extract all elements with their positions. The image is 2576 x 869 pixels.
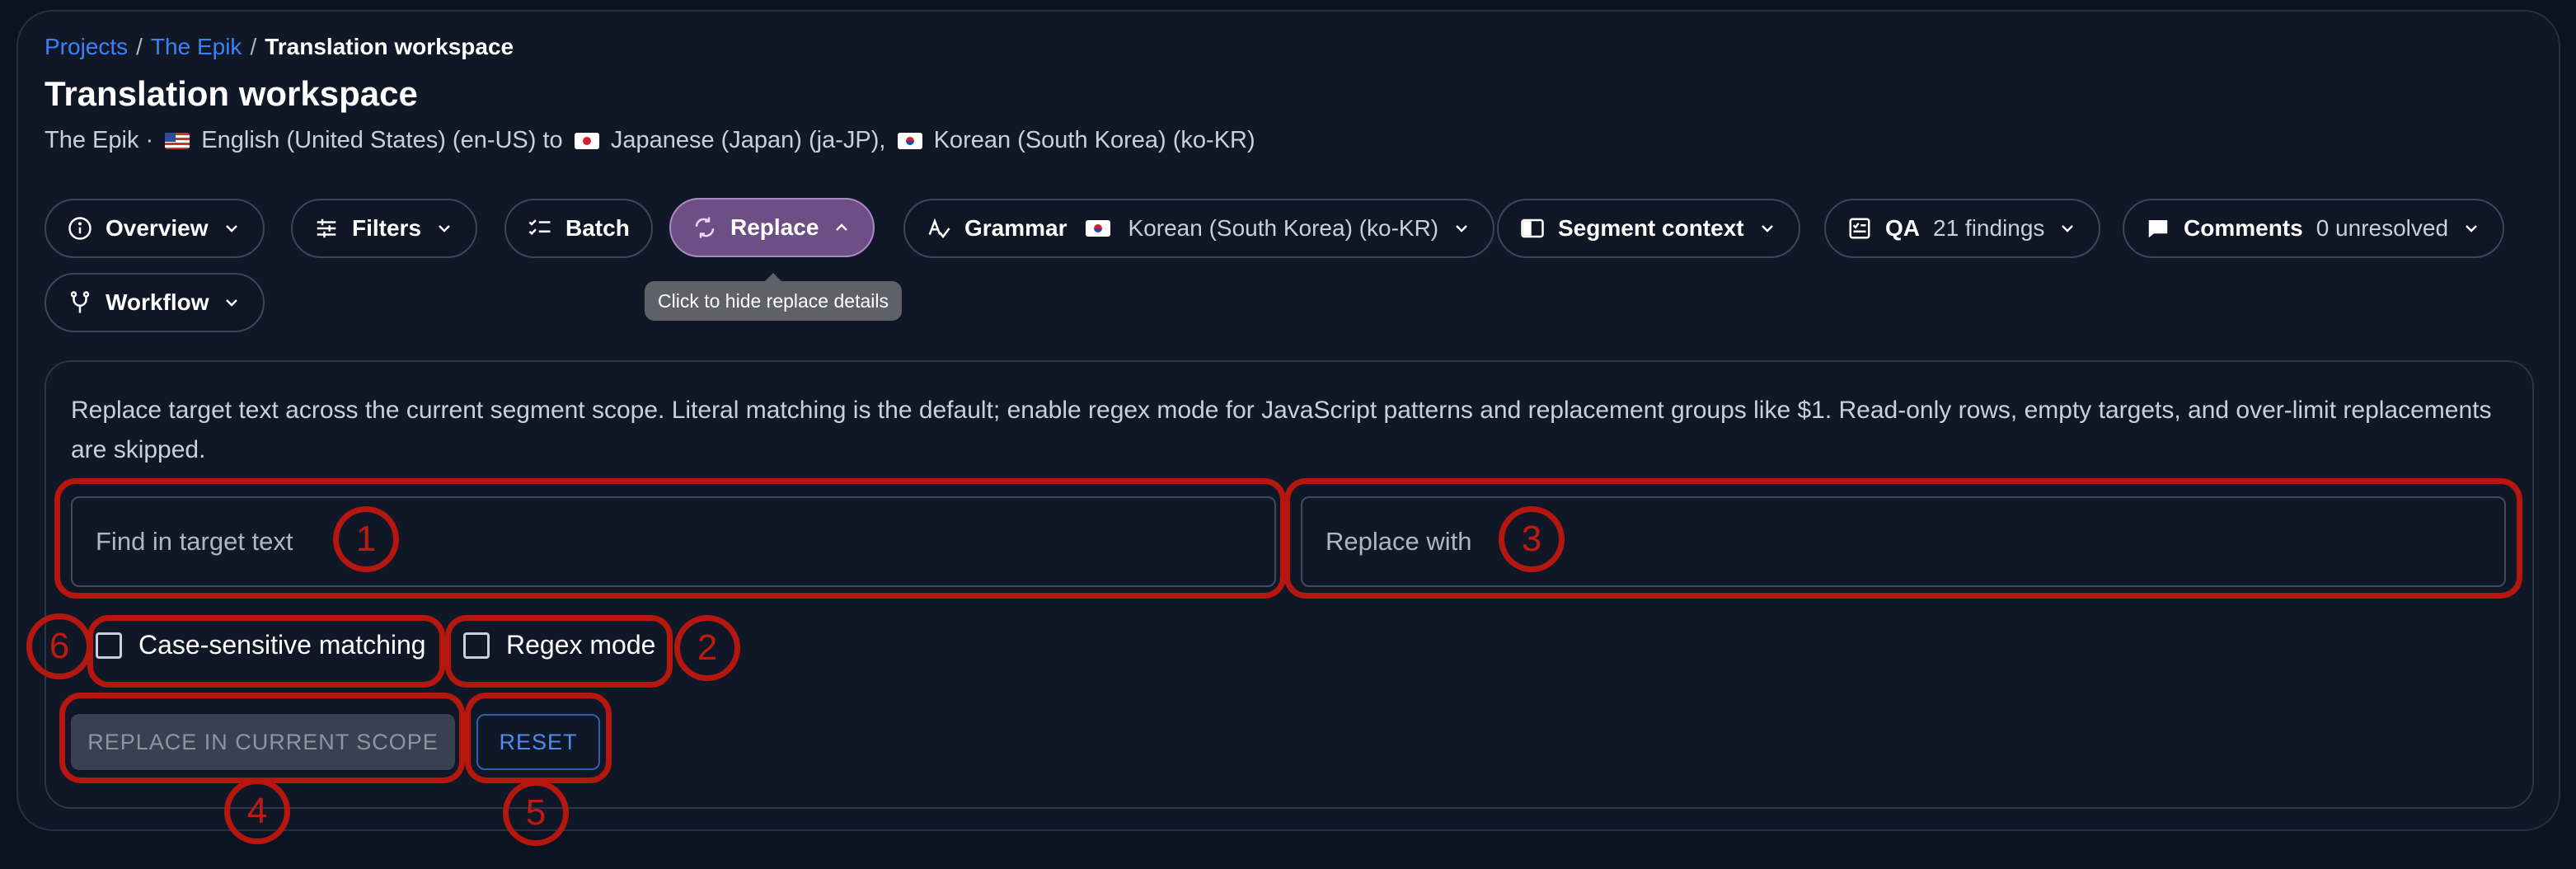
sidebar-panel-icon <box>1520 216 1545 241</box>
annotation-box-case <box>87 615 445 688</box>
breadcrumb-separator: / <box>250 34 257 59</box>
korea-flag-icon <box>897 133 922 149</box>
qa-label: QA <box>1885 215 1920 241</box>
annotation-box-find <box>54 478 1286 599</box>
filters-chip[interactable]: Filters <box>291 199 478 258</box>
grammar-label: Grammar <box>964 215 1067 241</box>
qa-checklist-icon <box>1847 216 1872 241</box>
annotation-badge-4: 4 <box>224 778 290 844</box>
annotation-badge-1: 1 <box>333 506 399 572</box>
grammar-language: Korean (South Korea) (ko-KR) <box>1128 215 1439 241</box>
annotation-box-replace-button <box>59 693 465 783</box>
segment-context-chip[interactable]: Segment context <box>1497 199 1800 258</box>
annotation-badge-6: 6 <box>26 613 92 679</box>
annotation-badge-5: 5 <box>503 780 569 846</box>
info-icon <box>68 216 92 241</box>
batch-label: Batch <box>565 215 630 241</box>
replace-icon <box>692 215 717 240</box>
qa-chip[interactable]: QA 21 findings <box>1824 199 2101 258</box>
chevron-down-icon <box>2062 225 2074 233</box>
batch-chip[interactable]: Batch <box>504 199 653 258</box>
chevron-down-icon <box>1761 225 1773 233</box>
breadcrumb-separator: / <box>136 34 143 59</box>
annotation-box-reset <box>465 693 612 783</box>
replace-label: Replace <box>730 214 819 240</box>
target-language-korean: Korean (South Korea) (ko-KR) <box>933 127 1255 153</box>
breadcrumb-project-link[interactable]: The Epik <box>151 34 242 59</box>
workflow-label: Workflow <box>106 289 209 315</box>
annotation-badge-2: 2 <box>674 615 740 681</box>
page-title: Translation workspace <box>45 74 418 113</box>
breadcrumb-current: Translation workspace <box>265 34 514 59</box>
korea-flag-icon <box>1085 220 1110 237</box>
comments-label: Comments <box>2184 215 2303 241</box>
replace-tooltip: Click to hide replace details <box>645 273 902 321</box>
target-language-japanese: Japanese (Japan) (ja-JP), <box>610 127 886 153</box>
annotation-box-replace <box>1284 478 2522 599</box>
comments-unresolved-count: 0 unresolved <box>2316 215 2449 241</box>
qa-findings-count: 21 findings <box>1933 215 2045 241</box>
comments-chip[interactable]: Comments 0 unresolved <box>2123 199 2505 258</box>
chevron-down-icon <box>225 225 237 233</box>
sliders-icon <box>314 216 339 241</box>
japan-flag-icon <box>574 133 599 149</box>
workflow-branch-icon <box>68 290 92 315</box>
replace-chip[interactable]: Replace <box>669 198 875 257</box>
replace-description: Replace target text across the current s… <box>71 397 2492 463</box>
chevron-down-icon <box>1456 225 1467 233</box>
chevron-down-icon <box>226 299 238 307</box>
subtitle-connector: to <box>536 127 570 153</box>
subtitle-project: The Epik · <box>45 127 161 153</box>
comment-icon <box>2146 216 2170 241</box>
breadcrumb: Projects / The Epik / Translation workspace <box>45 33 514 61</box>
grammar-chip[interactable]: Grammar Korean (South Korea) (ko-KR) <box>903 199 1495 258</box>
chevron-down-icon <box>439 225 450 233</box>
breadcrumb-projects-link[interactable]: Projects <box>45 34 128 59</box>
segment-context-label: Segment context <box>1558 215 1744 241</box>
workflow-chip[interactable]: Workflow <box>45 273 265 332</box>
annotation-badge-3: 3 <box>1499 506 1565 572</box>
annotation-box-regex <box>445 615 673 688</box>
overview-label: Overview <box>106 215 209 241</box>
overview-chip[interactable]: Overview <box>45 199 265 258</box>
source-language: English (United States) (en-US) <box>201 127 537 153</box>
page-subtitle: The Epik · English (United States) (en-U… <box>45 124 1255 157</box>
us-flag-icon <box>165 133 190 149</box>
grammar-icon <box>927 216 951 241</box>
filters-label: Filters <box>352 215 422 241</box>
checklist-icon <box>528 216 552 241</box>
chevron-up-icon <box>836 223 848 231</box>
chevron-down-icon <box>2466 225 2477 233</box>
